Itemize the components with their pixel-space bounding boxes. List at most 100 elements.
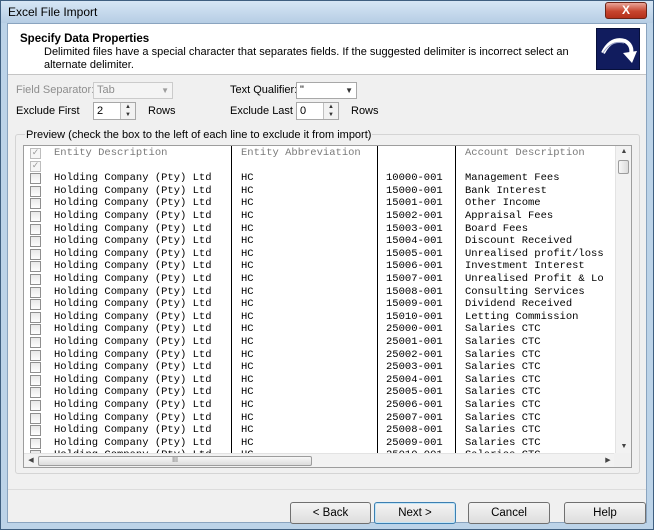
account-description-cell: Letting Commission [465,310,579,323]
back-button[interactable]: < Back [290,502,371,524]
entity-abbreviation-cell: HC [241,172,254,185]
second-header-row-checkbox[interactable]: ✓ [30,160,41,172]
exclude-row-checkbox[interactable] [30,374,41,386]
account-description-cell: Unrealised Profit & Lo [465,273,604,285]
exclude-row-checkbox[interactable] [30,299,41,311]
exclude-row-checkbox[interactable] [30,173,41,185]
entity-abbreviation-cell: HC [241,260,254,273]
entity-abbreviation-cell: HC [241,298,254,311]
spin-down-icon[interactable]: ▼ [324,111,338,119]
exclude-row-checkbox[interactable] [30,362,41,374]
scroll-down-icon[interactable]: ▼ [616,441,631,453]
scroll-right-icon[interactable]: ▶ [601,454,615,467]
entity-description-cell: Holding Company (Pty) Ltd [54,323,212,336]
entity-description-cell: Holding Company (Pty) Ltd [54,235,212,248]
account-code-cell: 15005-001 [386,247,443,260]
exclude-row-checkbox[interactable] [30,185,41,197]
account-code-cell: 15006-001 [386,260,443,273]
spin-up-icon[interactable]: ▲ [121,103,135,111]
entity-description-cell: Holding Company (Pty) Ltd [54,197,212,210]
horizontal-scroll-thumb[interactable]: III [38,456,312,466]
column-header-entity-abbreviation: Entity Abbreviation [241,147,361,159]
exclude-row-checkbox[interactable] [30,198,41,210]
account-code-cell: 25004-001 [386,373,443,386]
exclude-row-checkbox[interactable] [30,286,41,298]
entity-abbreviation-cell: HC [241,336,254,348]
text-qualifier-select[interactable]: " ▼ [296,82,357,99]
exclude-row-checkbox[interactable] [30,223,41,235]
exclude-row-checkbox[interactable] [30,274,41,285]
entity-abbreviation-cell: HC [241,361,254,374]
account-description-cell: Salaries CTC [465,424,541,437]
table-row: Holding Company (Pty) Ltd HC 25008-001 Sala… [24,424,614,437]
header-row-checkbox[interactable]: ✓ [30,148,41,159]
vertical-scrollbar[interactable]: ▲ ▼ [615,146,631,453]
horizontal-scrollbar[interactable]: ◀ III ▶ [24,453,615,467]
exclude-row-checkbox[interactable] [30,387,41,399]
exclude-row-checkbox[interactable] [30,400,41,411]
account-code-cell: 25000-001 [386,323,443,336]
account-description-cell: Unrealised profit/loss [465,247,604,260]
preview-grid[interactable]: ✓ Entity Description Entity Abbreviation… [23,145,632,468]
table-row: Holding Company (Pty) Ltd HC 25009-001 Sala… [24,437,614,450]
account-code-cell: 25006-001 [386,399,443,411]
exclude-row-checkbox[interactable] [30,412,41,424]
excel-import-window: Excel File Import X Specify Data Propert… [0,0,654,530]
table-row: Holding Company (Pty) Ltd HC 25002-001 Sala… [24,349,614,362]
entity-abbreviation-cell: HC [241,386,254,399]
spin-down-icon[interactable]: ▼ [121,111,135,119]
account-code-cell: 15000-001 [386,184,443,197]
account-description-cell: Salaries CTC [465,361,541,374]
scroll-up-icon[interactable]: ▲ [616,146,631,158]
exclude-row-checkbox[interactable] [30,236,41,248]
cancel-button[interactable]: Cancel [468,502,550,524]
exclude-first-unit: Rows [148,105,176,117]
account-code-cell: 15009-001 [386,298,443,311]
exclude-row-checkbox[interactable] [30,425,41,437]
exclude-row-checkbox[interactable] [30,324,41,336]
chevron-down-icon: ▼ [345,86,353,95]
entity-description-cell: Holding Company (Pty) Ltd [54,273,212,285]
field-separator-label: Field Separator: [16,84,95,96]
table-row: Holding Company (Pty) Ltd HC 15003-001 Boar… [24,223,614,236]
column-divider [455,146,456,455]
entity-description-cell: Holding Company (Pty) Ltd [54,373,212,386]
vertical-scroll-thumb[interactable] [618,160,629,174]
entity-abbreviation-cell: HC [241,411,254,424]
header-row: ✓ Entity Description Entity Abbreviation… [24,147,614,160]
account-code-cell: 25008-001 [386,424,443,437]
account-code-cell: 25001-001 [386,336,443,348]
account-description-cell: Salaries CTC [465,336,541,348]
entity-description-cell: Holding Company (Pty) Ltd [54,361,212,374]
entity-description-cell: Holding Company (Pty) Ltd [54,411,212,424]
account-code-cell: 25002-001 [386,348,443,361]
table-row: Holding Company (Pty) Ltd HC 15004-001 Disc… [24,235,614,248]
table-row: Holding Company (Pty) Ltd HC 15001-001 Othe… [24,197,614,210]
title-bar[interactable]: Excel File Import X [1,1,653,23]
exclude-first-stepper[interactable]: 2 ▲ ▼ [93,102,136,120]
entity-description-cell: Holding Company (Pty) Ltd [54,436,212,449]
entity-description-cell: Holding Company (Pty) Ltd [54,184,212,197]
field-separator-select[interactable]: Tab ▼ [93,82,173,99]
exclude-row-checkbox[interactable] [30,337,41,348]
exclude-row-checkbox[interactable] [30,437,41,449]
exclude-row-checkbox[interactable] [30,211,41,222]
footer-divider [8,489,646,490]
table-row: Holding Company (Pty) Ltd HC 15005-001 Unre… [24,248,614,261]
account-description-cell: Board Fees [465,222,529,235]
exclude-row-checkbox[interactable] [30,311,41,323]
exclude-row-checkbox[interactable] [30,248,41,260]
help-button[interactable]: Help [564,502,646,524]
spin-up-icon[interactable]: ▲ [324,103,338,111]
close-button[interactable]: X [605,2,647,19]
entity-abbreviation-cell: HC [241,222,254,235]
account-code-cell: 25005-001 [386,386,443,399]
account-description-cell: Salaries CTC [465,411,541,424]
entity-description-cell: Holding Company (Pty) Ltd [54,260,212,273]
column-header-account-description: Account Description [465,147,585,159]
exclude-row-checkbox[interactable] [30,261,41,273]
exclude-last-stepper[interactable]: 0 ▲ ▼ [296,102,339,120]
exclude-row-checkbox[interactable] [30,349,41,361]
next-button[interactable]: Next > [374,502,456,524]
scroll-left-icon[interactable]: ◀ [24,454,38,467]
